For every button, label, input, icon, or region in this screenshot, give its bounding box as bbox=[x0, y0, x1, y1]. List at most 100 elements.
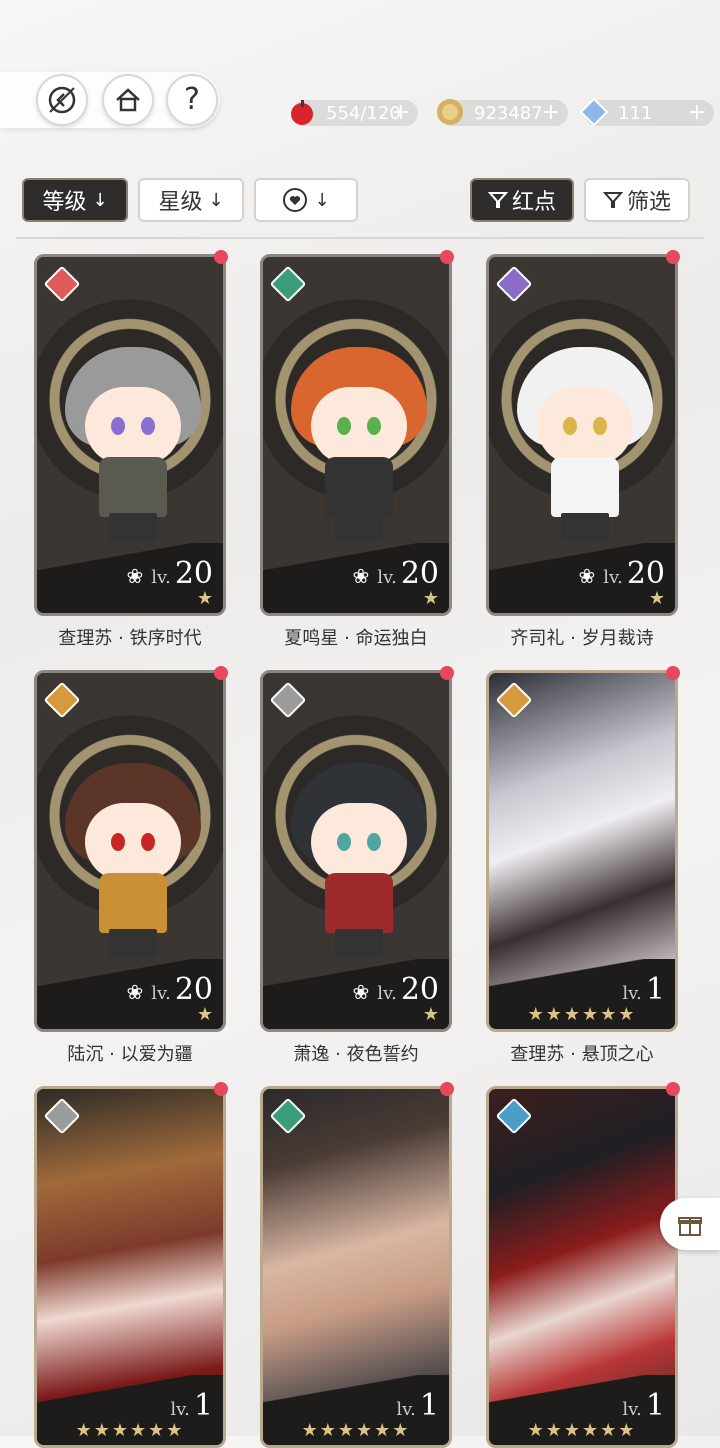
star-rating: ★★★★★★ bbox=[527, 1420, 637, 1441]
card-name: 陆沉 · 以爱为疆 bbox=[67, 1044, 193, 1065]
coin-value: 923487 bbox=[474, 102, 543, 124]
character-card[interactable]: lv. 1 ★★★★★★ bbox=[486, 1086, 678, 1448]
funnel-icon bbox=[487, 192, 508, 208]
screen-filter-button[interactable]: 筛选 bbox=[584, 178, 690, 222]
gift-button[interactable] bbox=[660, 1198, 720, 1250]
star-rating: ★★★★★★ bbox=[75, 1420, 185, 1441]
chibi-eye bbox=[111, 417, 125, 435]
resource-diamonds[interactable]: 111 + bbox=[579, 97, 714, 127]
gift-icon bbox=[678, 1217, 702, 1236]
red-dot-badge bbox=[666, 1082, 680, 1096]
chibi-face bbox=[85, 803, 181, 881]
red-dot-badge bbox=[440, 666, 454, 680]
sort-star-button[interactable]: 星级 ↓ bbox=[138, 178, 244, 222]
level-label: lv. bbox=[151, 567, 171, 588]
character-card[interactable]: lv. 1 ★★★★★★ bbox=[260, 1086, 452, 1448]
level-value: 20 bbox=[626, 556, 665, 591]
character-card[interactable]: lv. 1 ★★★★★★ bbox=[34, 1086, 226, 1448]
chibi-legs bbox=[109, 513, 157, 541]
home-icon bbox=[116, 88, 140, 112]
chibi-outfit bbox=[325, 457, 393, 517]
red-dot-badge bbox=[214, 666, 228, 680]
bloom-icon: ❀ bbox=[126, 564, 144, 588]
sort-arrow-icon: ↓ bbox=[208, 189, 224, 211]
chibi-face bbox=[311, 803, 407, 881]
chibi-eye bbox=[111, 833, 125, 851]
chibi-eye bbox=[563, 417, 577, 435]
red-dot-filter-button[interactable]: 红点 bbox=[470, 178, 574, 222]
character-card[interactable]: ❀ lv. 20 ★ bbox=[260, 254, 452, 616]
chibi-outfit bbox=[99, 457, 167, 517]
add-diamond-button[interactable]: + bbox=[688, 100, 706, 126]
level-label: lv. bbox=[170, 1399, 190, 1420]
character-card[interactable]: lv. 1 ★★★★★★ bbox=[486, 670, 678, 1032]
chibi-eye bbox=[141, 417, 155, 435]
chibi-face bbox=[85, 387, 181, 465]
level-label: lv. bbox=[151, 983, 171, 1004]
card-name: 夏鸣星 · 命运独白 bbox=[284, 628, 428, 649]
add-energy-button[interactable]: + bbox=[392, 100, 410, 126]
card-level: lv. 1 bbox=[170, 1388, 213, 1423]
level-label: lv. bbox=[622, 983, 642, 1004]
red-dot-badge bbox=[666, 250, 680, 264]
resource-energy[interactable]: 554/120 + bbox=[291, 100, 418, 126]
level-value: 20 bbox=[174, 972, 213, 1007]
star-rating: ★ bbox=[422, 588, 439, 609]
divider bbox=[16, 237, 704, 239]
add-coin-button[interactable]: + bbox=[542, 100, 560, 126]
card-name: 查理苏 · 铁序时代 bbox=[58, 628, 202, 649]
diamond-icon bbox=[579, 97, 609, 127]
funnel-icon bbox=[602, 192, 623, 208]
level-value: 20 bbox=[174, 556, 213, 591]
bloom-icon: ❀ bbox=[126, 980, 144, 1004]
character-card[interactable]: ❀ lv. 20 ★ bbox=[34, 254, 226, 616]
level-label: lv. bbox=[622, 1399, 642, 1420]
resource-coins[interactable]: 923487 + bbox=[437, 99, 568, 126]
help-button[interactable]: ? bbox=[166, 74, 218, 126]
sort-star-label: 星级 bbox=[158, 190, 203, 215]
help-icon: ? bbox=[184, 82, 200, 117]
red-dot-badge bbox=[666, 666, 680, 680]
sort-level-button[interactable]: 等级 ↓ bbox=[22, 178, 128, 222]
sort-affinity-button[interactable]: ↓ bbox=[254, 178, 358, 222]
star-rating: ★ bbox=[196, 1004, 213, 1025]
card-name: 查理苏 · 悬顶之心 bbox=[510, 1044, 654, 1065]
card-level: ❀ lv. 20 bbox=[579, 556, 665, 591]
card-level: ❀ lv. 20 bbox=[127, 972, 213, 1007]
star-rating: ★ bbox=[422, 1004, 439, 1025]
star-rating: ★ bbox=[648, 588, 665, 609]
chibi-eye bbox=[367, 833, 381, 851]
level-label: lv. bbox=[603, 567, 623, 588]
character-card[interactable]: ❀ lv. 20 ★ bbox=[260, 670, 452, 1032]
bloom-icon: ❀ bbox=[352, 564, 370, 588]
chibi-face bbox=[537, 387, 633, 465]
chibi-outfit bbox=[551, 457, 619, 517]
sort-level-label: 等级 bbox=[42, 190, 87, 215]
card-name: 齐司礼 · 岁月裁诗 bbox=[510, 628, 654, 649]
back-icon bbox=[48, 86, 76, 114]
character-card[interactable]: ❀ lv. 20 ★ bbox=[486, 254, 678, 616]
card-level: ❀ lv. 20 bbox=[353, 556, 439, 591]
level-value: 1 bbox=[419, 1388, 439, 1423]
back-button[interactable] bbox=[36, 74, 88, 126]
chibi-eye bbox=[141, 833, 155, 851]
red-dot-badge bbox=[214, 250, 228, 264]
sort-arrow-icon: ↓ bbox=[314, 189, 330, 211]
chibi-eye bbox=[337, 833, 351, 851]
chibi-outfit bbox=[99, 873, 167, 933]
character-card[interactable]: ❀ lv. 20 ★ bbox=[34, 670, 226, 1032]
star-rating: ★★★★★★ bbox=[527, 1004, 637, 1025]
screen-filter-label: 筛选 bbox=[626, 190, 671, 215]
red-dot-badge bbox=[440, 250, 454, 264]
energy-value: 554/120 bbox=[326, 102, 401, 124]
diamond-value: 111 bbox=[618, 102, 653, 124]
apple-icon bbox=[291, 100, 313, 125]
level-label: lv. bbox=[377, 983, 397, 1004]
card-level: lv. 1 bbox=[622, 972, 665, 1007]
level-value: 1 bbox=[193, 1388, 213, 1423]
chibi-legs bbox=[561, 513, 609, 541]
red-dot-badge bbox=[440, 1082, 454, 1096]
card-name: 萧逸 · 夜色誓约 bbox=[293, 1044, 419, 1065]
card-level: lv. 1 bbox=[622, 1388, 665, 1423]
home-button[interactable] bbox=[102, 74, 154, 126]
